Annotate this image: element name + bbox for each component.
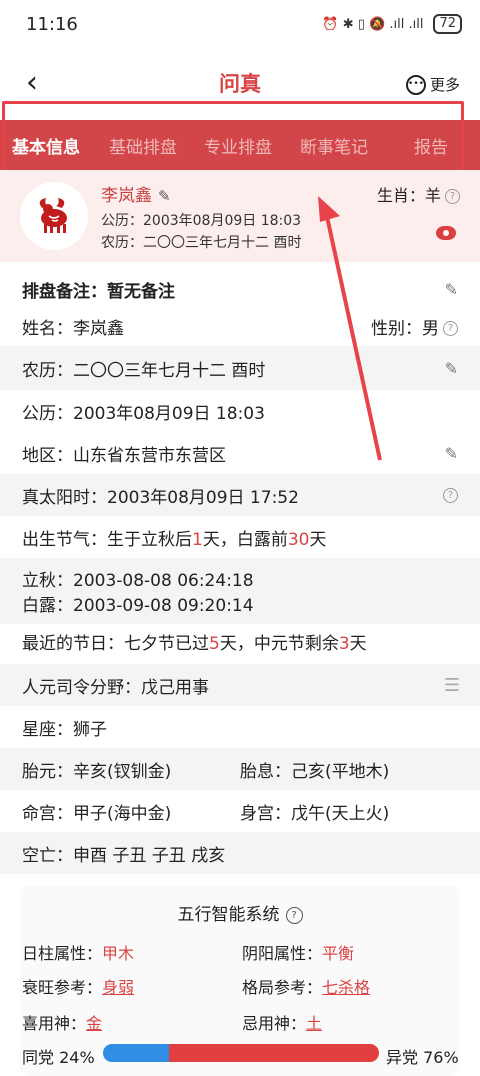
annotation-arrow — [318, 196, 382, 461]
